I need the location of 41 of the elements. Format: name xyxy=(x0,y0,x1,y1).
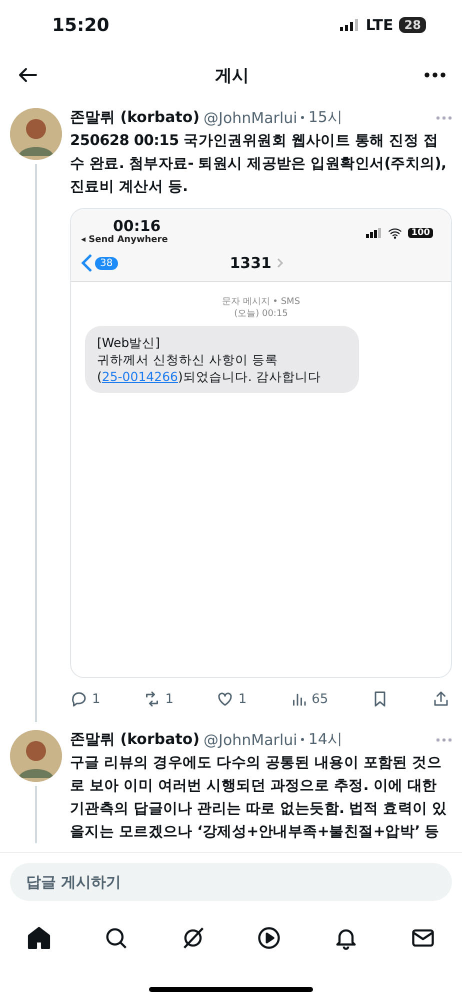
back-app-link: ◂ Send Anywhere xyxy=(81,235,168,245)
heart-icon xyxy=(216,690,234,708)
separator-dot-icon xyxy=(301,738,304,741)
reply-icon xyxy=(70,690,88,708)
network-label: LTE xyxy=(366,16,394,34)
more-icon[interactable] xyxy=(424,72,446,78)
back-chevron-icon xyxy=(81,253,93,273)
chevron-icon xyxy=(276,257,284,269)
wifi-icon xyxy=(387,226,404,240)
unread-badge: 38 xyxy=(95,256,118,270)
author-name[interactable]: 존말뤼 (korbato) xyxy=(70,730,200,749)
home-icon[interactable] xyxy=(26,925,52,951)
signal-icon xyxy=(340,19,360,31)
screenshot-card[interactable]: 00:16 ◂ Send Anywhere 100 38 1331 문자 메시지 • SMS (오늘) 00:15 [Web발신] 귀하께서 신청하신 사항이 등록(25-0014266)되었습니다. 감사합니다 xyxy=(70,208,452,678)
post-text: 구글 리뷰의 경우에도 다수의 공통된 내용이 포함된 것으로 보아 이미 여러번 시행되던 과정으로 추정. 이에 대한 기관측의 답글이나 관리는 따로 없는듯함. 법적 효력이 있을지는 모르겠으나 ‘강제성+안내부족+불친절+압박’ 등 xyxy=(70,753,448,842)
reply-count: 1 xyxy=(92,692,100,706)
share-icon[interactable] xyxy=(432,690,450,708)
avatar[interactable] xyxy=(10,730,62,782)
message-timestamp: (오늘) 00:15 xyxy=(233,308,289,320)
author-name[interactable]: 존말뤼 (korbato) xyxy=(70,108,200,127)
post-time: 14시 xyxy=(308,730,342,749)
page-title: 게시 xyxy=(215,64,249,86)
separator-dot-icon xyxy=(301,116,304,119)
author-handle[interactable]: @JohnMarlui xyxy=(204,108,298,126)
contact-name: 1331 xyxy=(230,254,272,272)
like-count: 1 xyxy=(238,692,247,706)
battery-level: 100 xyxy=(408,228,433,238)
repost-count: 1 xyxy=(165,692,174,706)
signal-icon xyxy=(366,228,382,238)
battery-level: 28 xyxy=(399,17,426,33)
message-text: [Web발신] 귀하께서 신청하신 사항이 등록(25-0014266)되었습니다. 감사합니다 xyxy=(97,334,322,385)
play-icon[interactable] xyxy=(256,925,282,951)
screenshot-time: 00:16 xyxy=(112,217,162,235)
author-handle[interactable]: @JohnMarlui xyxy=(204,730,298,748)
status-time: 15:20 xyxy=(52,14,110,36)
post-time: 15시 xyxy=(308,108,342,127)
avatar[interactable] xyxy=(10,108,62,160)
post-text: 250628 00:15 국가인권위원회 웹사이트 통해 진정 접수 완료. 첨부자료- 퇴원시 제공받은 입원확인서(주치의), 진료비 계산서 등. xyxy=(70,131,448,197)
reply-field[interactable]: 답글 게시하기 xyxy=(10,863,452,901)
view-count: 65 xyxy=(312,692,328,706)
service-label: 문자 메시지 • SMS xyxy=(220,296,302,308)
